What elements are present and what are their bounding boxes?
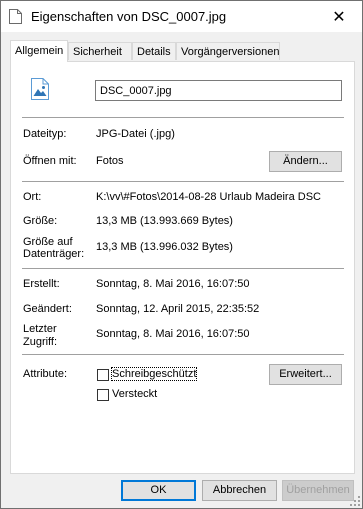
hidden-checkbox[interactable] — [97, 389, 109, 401]
ok-button[interactable]: OK — [121, 480, 196, 501]
file-icon — [9, 9, 22, 24]
tab-previous-versions[interactable]: Vorgängerversionen — [176, 42, 280, 60]
cancel-button[interactable]: Abbrechen — [202, 480, 277, 501]
hidden-label[interactable]: Versteckt — [112, 388, 157, 400]
location-value: K:\vv\#Fotos\2014-08-28 Urlaub Madeira D… — [96, 191, 321, 203]
size-value: 13,3 MB (13.993.669 Bytes) — [96, 215, 233, 227]
filetype-value: JPG-Datei (.jpg) — [96, 128, 175, 140]
apply-button-label: Übernehmen — [286, 484, 350, 496]
change-button[interactable]: Ändern... — [269, 151, 342, 172]
separator — [22, 117, 344, 118]
opens-with-label: Öffnen mit: — [23, 155, 77, 167]
created-label: Erstellt: — [23, 278, 60, 290]
separator — [22, 268, 344, 269]
close-button[interactable]: ✕ — [316, 1, 362, 32]
advanced-button-label: Erweitert... — [279, 368, 332, 380]
resize-grip[interactable] — [350, 496, 360, 506]
size-label: Größe: — [23, 215, 58, 227]
modified-label: Geändert: — [23, 303, 72, 315]
created-value: Sonntag, 8. Mai 2016, 16:07:50 — [96, 278, 250, 290]
filename-input[interactable] — [95, 80, 342, 101]
attributes-label: Attribute: — [23, 368, 68, 380]
filetype-label: Dateityp: — [23, 128, 67, 140]
properties-dialog: Eigenschaften von DSC_0007.jpg ✕ Allgeme… — [0, 0, 363, 509]
apply-button[interactable]: Übernehmen — [282, 480, 354, 501]
separator — [22, 181, 344, 182]
ok-button-label: OK — [150, 484, 167, 496]
opens-with-value: Fotos — [96, 155, 124, 167]
tab-details[interactable]: Details — [132, 42, 176, 60]
separator — [22, 354, 344, 355]
cancel-button-label: Abbrechen — [212, 484, 267, 496]
change-button-label: Ändern... — [283, 155, 328, 167]
accessed-value: Sonntag, 8. Mai 2016, 16:07:50 — [96, 328, 250, 340]
readonly-checkbox[interactable] — [97, 369, 109, 381]
advanced-button[interactable]: Erweitert... — [269, 364, 342, 385]
size-on-disk-label-line2: Datenträger: — [23, 248, 85, 260]
resize-grip-icon — [350, 496, 360, 506]
readonly-label[interactable]: Schreibgeschützt — [110, 367, 198, 381]
accessed-label-line2: Zugriff: — [23, 336, 58, 348]
window-title: Eigenschaften von DSC_0007.jpg — [31, 9, 227, 24]
tab-security[interactable]: Sicherheit — [68, 42, 132, 60]
location-label: Ort: — [23, 191, 42, 203]
modified-value: Sonntag, 12. April 2015, 22:35:52 — [96, 303, 260, 315]
tab-general[interactable]: Allgemein — [10, 40, 68, 62]
close-icon: ✕ — [332, 8, 346, 26]
accessed-label-line1: Letzter — [23, 323, 57, 335]
general-panel: Dateityp: JPG-Datei (.jpg) Öffnen mit: F… — [10, 61, 355, 474]
image-file-icon — [31, 78, 49, 100]
size-on-disk-value: 13,3 MB (13.996.032 Bytes) — [96, 241, 233, 253]
size-on-disk-label-line1: Größe auf — [23, 236, 73, 248]
title-bar[interactable]: Eigenschaften von DSC_0007.jpg ✕ — [1, 1, 362, 32]
